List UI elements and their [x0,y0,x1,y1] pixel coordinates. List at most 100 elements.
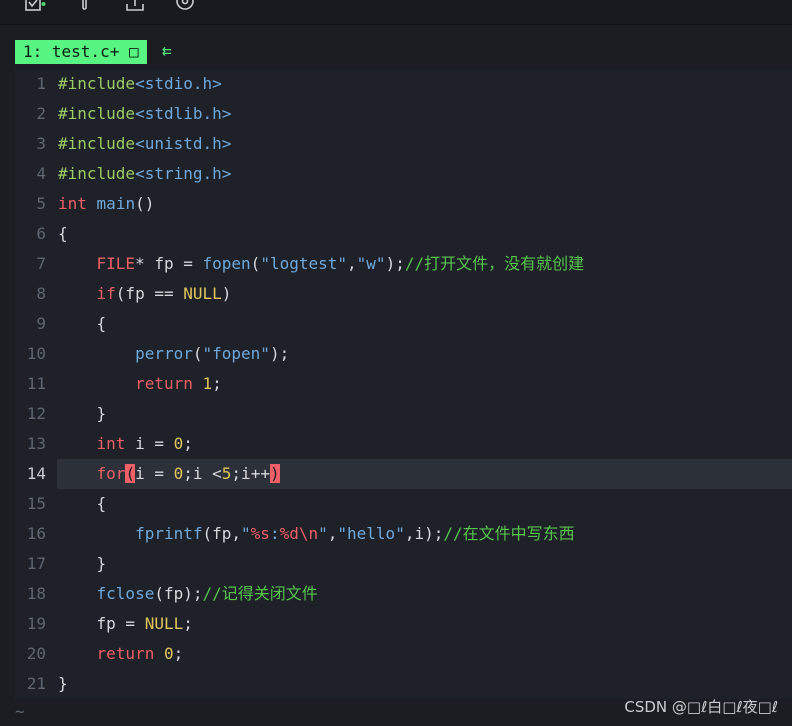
code-token: { [58,224,68,243]
line-number: 1 [36,74,46,93]
code-token: { [58,494,107,513]
tabline: 1: test.c+ □ ⇇ [0,36,792,68]
code-token: ;i < [183,464,222,483]
code-text: } [58,549,107,579]
line-number: 4 [36,164,46,183]
code-line[interactable]: 4 #include<string.h> [15,159,792,189]
code-token: fclose [96,584,155,603]
upload-icon[interactable] [124,0,146,14]
code-text: fp = NULL; [58,609,193,639]
line-number: 10 [26,344,46,363]
code-token: { [58,314,107,333]
code-token: i = [125,434,174,453]
code-line[interactable]: 15 { [15,489,792,519]
code-token: "w" [356,254,386,273]
code-line[interactable]: 7 FILE* fp = fopen("logtest","w");//打开文件… [15,249,792,279]
line-number: 18 [26,584,46,603]
code-line[interactable]: 18 fclose(fp);//记得关闭文件 [15,579,792,609]
checklist-icon[interactable] [24,0,46,14]
code-token: ); [269,344,290,363]
code-line[interactable]: 9 { [15,309,792,339]
code-line[interactable]: 5 int main() [15,189,792,219]
code-token: 0 [173,464,184,483]
code-token: fprintf [135,524,203,543]
code-text: } [58,669,68,699]
line-number: 3 [36,134,46,153]
code-token: ; [183,614,193,633]
code-line[interactable]: 11 return 1; [15,369,792,399]
code-line[interactable]: 12 } [15,399,792,429]
code-token: , [347,254,357,273]
line-number: 19 [26,614,46,633]
code-token: 5 [221,464,232,483]
code-token: } [58,674,68,693]
code-text: FILE* fp = fopen("logtest","w");//打开文件，没… [58,249,585,279]
code-token: NULL [183,284,222,303]
code-token: } [58,554,107,573]
code-token: (fp); [154,584,203,603]
code-line[interactable]: 10 perror("fopen"); [15,339,792,369]
code-token: if [96,284,116,303]
matched-bracket: ) [269,464,280,483]
line-number: 8 [36,284,46,303]
code-text: #include<unistd.h> [58,129,231,159]
code-token: "logtest" [260,254,348,273]
code-line[interactable]: 19 fp = NULL; [15,609,792,639]
code-token: int [96,434,126,453]
code-token: main [96,194,136,213]
code-line[interactable]: 3 #include<unistd.h> [15,129,792,159]
code-line[interactable]: 2 #include<stdlib.h> [15,99,792,129]
code-line[interactable]: 20 return 0; [15,639,792,669]
code-token: for [96,464,126,483]
code-line[interactable]: 17 } [15,549,792,579]
code-text: int main() [58,189,154,219]
code-line[interactable]: 6{ [15,219,792,249]
code-token: %s [250,524,270,543]
code-text: { [58,219,68,249]
code-token: 0 [173,434,184,453]
code-token: ,i); [404,524,444,543]
code-token: ( [192,344,203,363]
code-token: "hello" [337,524,405,543]
code-token: <stdio.h> [135,74,222,93]
target-icon[interactable] [174,0,196,14]
code-token: ); [385,254,405,273]
code-line[interactable]: 8 if(fp == NULL) [15,279,792,309]
code-text: int i = 0; [58,429,193,459]
line-number: 5 [36,194,46,213]
code-token: NULL [144,614,184,633]
line-number: 15 [26,494,46,513]
code-token: fopen [202,254,251,273]
code-token: ) [221,284,232,303]
empty-line-tilde: ~ [15,702,25,721]
code-text: for(i = 0;i <5;i++) [58,459,280,489]
code-token: #include [58,104,136,123]
code-editor[interactable]: 1 #include<stdio.h> 2 #include<stdlib.h> 3 #i… [15,69,792,699]
code-line[interactable]: 1 #include<stdio.h> [15,69,792,99]
line-number: 9 [36,314,46,333]
code-text: { [58,309,107,339]
code-token: ; [173,644,184,663]
code-line[interactable]: 14 for(i = 0;i <5;i++) [15,459,792,489]
code-text: fclose(fp);//记得关闭文件 [58,579,318,609]
tab-test-c[interactable]: 1: test.c+ □ [15,40,147,64]
matched-bracket: ( [125,464,136,483]
code-token: ( [250,254,261,273]
line-number: 14 [26,464,46,483]
code-line[interactable]: 16 fprintf(fp,"%s:%d\n","hello",i);//在文件… [15,519,792,549]
code-line[interactable]: 13 int i = 0; [15,429,792,459]
code-token: return [96,644,155,663]
pin-icon[interactable] [78,0,92,14]
code-token: "fopen" [202,344,270,363]
code-token: (fp == [115,284,184,303]
code-token: 0 [163,644,174,663]
line-number: 12 [26,404,46,423]
code-token: return [135,374,193,393]
code-line[interactable]: 21} [15,669,792,699]
